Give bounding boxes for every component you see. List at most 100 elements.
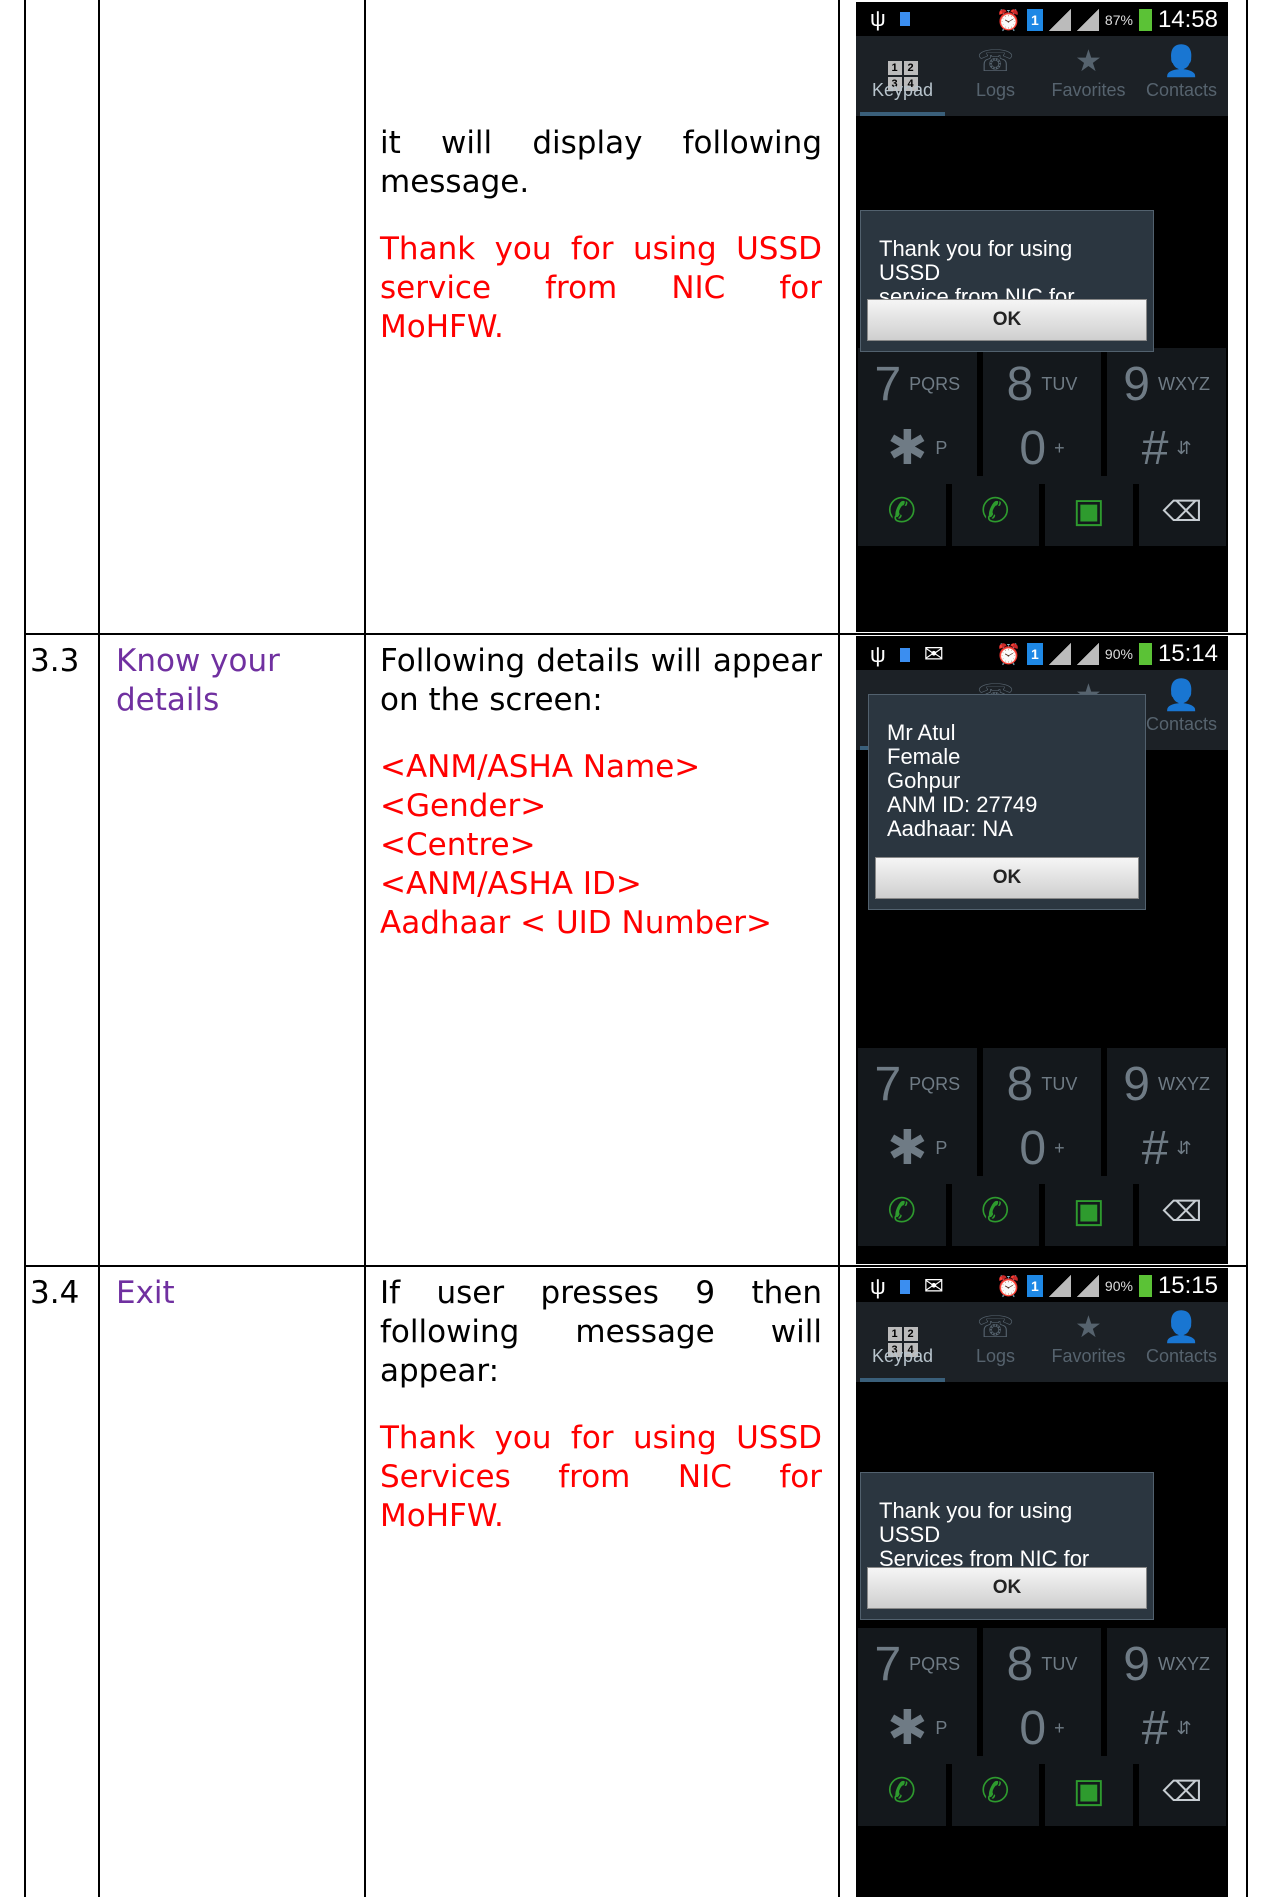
keypad-key[interactable]: # ⇵ — [1107, 1692, 1226, 1764]
call-sim2-button[interactable]: ✆ — [951, 1756, 1039, 1826]
ussd-dialog: Mr Atul Female Gohpur ANM ID: 27749 Aadh… — [868, 694, 1146, 910]
call-action-row: ✆ ✆ ▣ ⌫ — [856, 1756, 1228, 1826]
backspace-icon: ⌫ — [1162, 495, 1203, 527]
keypad-key[interactable]: 8 TUV — [982, 1628, 1102, 1700]
row2-message-line: <Gender> — [380, 788, 547, 824]
keypad-key[interactable]: 7 PQRS — [858, 1628, 977, 1700]
key-digit: 0 — [1019, 1701, 1047, 1755]
delete-button[interactable]: ⌫ — [1138, 1176, 1226, 1246]
delete-button[interactable]: ⌫ — [1138, 476, 1226, 546]
tab-keypad[interactable]: 1234 Keypad — [856, 1302, 949, 1382]
tab-logs[interactable]: ☏ Logs — [949, 36, 1042, 116]
notification-icon — [899, 1279, 910, 1294]
keypad-key[interactable]: 0 + — [982, 1112, 1102, 1184]
video-call-button[interactable]: ▣ — [1045, 1756, 1133, 1826]
table-border-col2 — [364, 0, 366, 1897]
status-bar: ψ ✉ ⏰ 1 87% 14:58 — [856, 2, 1228, 36]
row2-message-line: Aadhaar < UID Number> — [380, 905, 773, 941]
call-sim2-button[interactable]: ✆ — [951, 476, 1039, 546]
ok-button[interactable]: OK — [867, 299, 1147, 341]
tab-contacts[interactable]: 👤 Contacts — [1135, 36, 1228, 116]
keypad-key[interactable]: 0 + — [982, 1692, 1102, 1764]
mail-icon: ✉ — [923, 1273, 944, 1300]
table-border-col3 — [838, 0, 840, 1897]
delete-button[interactable]: ⌫ — [1138, 1756, 1226, 1826]
notification-icon — [899, 647, 910, 662]
key-digit: 8 — [1006, 357, 1034, 411]
alarm-icon: ⏰ — [996, 643, 1021, 666]
tab-contacts[interactable]: 👤 Contacts — [1135, 1302, 1228, 1382]
row3-description-text: If user presses 9 then following message… — [380, 1275, 822, 1389]
keypad-key[interactable]: 7 PQRS — [858, 1048, 977, 1120]
tab-label: Contacts — [1145, 1346, 1218, 1366]
ok-button[interactable]: OK — [867, 1567, 1147, 1609]
row2-description: Following details will appear on the scr… — [380, 642, 822, 943]
keypad-key[interactable]: 9 WXYZ — [1107, 1048, 1226, 1120]
keypad-key[interactable]: 7 PQRS — [858, 348, 977, 420]
keypad-key[interactable]: ✱ P — [858, 412, 977, 484]
ussd-dialog: Thank you for using USSD service from NI… — [860, 210, 1154, 352]
keypad-row-star0hash: ✱ P 0 + # ⇵ — [856, 1692, 1228, 1764]
keypad-row-star0hash: ✱ P 0 + # ⇵ — [856, 1112, 1228, 1184]
keypad-key[interactable]: 0 + — [982, 412, 1102, 484]
dialog-message: Mr Atul Female Gohpur ANM ID: 27749 Aadh… — [887, 720, 1038, 841]
keypad-key[interactable]: ✱ P — [858, 1112, 977, 1184]
signal-icon — [1076, 1275, 1099, 1297]
status-clock: 15:14 — [1157, 640, 1218, 667]
row-divider-1 — [24, 633, 1248, 635]
usb-icon: ψ — [870, 6, 886, 31]
ok-button[interactable]: OK — [875, 857, 1139, 899]
mail-icon: ✉ — [923, 641, 944, 668]
battery-percent: 90% — [1104, 646, 1133, 662]
keypad-key[interactable]: ✱ P — [858, 1692, 977, 1764]
status-clock: 15:15 — [1157, 1272, 1218, 1299]
tab-keypad[interactable]: 1234 Keypad — [856, 36, 949, 116]
row1-description: it will display following message. Thank… — [380, 124, 822, 375]
battery-icon — [1138, 1275, 1152, 1297]
battery-percent: 87% — [1104, 12, 1133, 28]
key-digit: 7 — [874, 1057, 902, 1111]
call-sim1-button[interactable]: ✆ — [858, 1176, 946, 1246]
video-call-icon: ▣ — [1072, 1192, 1105, 1230]
keypad-key[interactable]: # ⇵ — [1107, 412, 1226, 484]
tab-favorites[interactable]: ★ Favorites — [1042, 1302, 1135, 1382]
usb-icon: ψ — [870, 1273, 886, 1299]
status-bar: ψ ✉ ⏰ 1 90% 15:14 — [856, 636, 1228, 670]
keypad-key[interactable]: 9 WXYZ — [1107, 1628, 1226, 1700]
tab-logs[interactable]: ☏ Logs — [949, 1302, 1042, 1382]
row2-message-line: <Centre> — [380, 827, 536, 863]
table-border-right — [1246, 0, 1248, 1897]
call-sim1-button[interactable]: ✆ — [858, 476, 946, 546]
key-letters: TUV — [1041, 1653, 1078, 1674]
key-letters: WXYZ — [1158, 1653, 1210, 1674]
usb-icon: ψ — [870, 641, 886, 667]
key-digit: 8 — [1006, 1637, 1034, 1691]
key-letters: + — [1054, 437, 1065, 458]
notification-icon — [899, 12, 910, 26]
keypad-key[interactable]: 8 TUV — [982, 1048, 1102, 1120]
tab-label: Logs — [975, 80, 1016, 100]
status-bar: ψ ✉ ⏰ 1 90% 15:15 — [856, 1268, 1228, 1302]
keypad-key[interactable]: 9 WXYZ — [1107, 348, 1226, 420]
key-letters: TUV — [1041, 1073, 1078, 1094]
tab-label: Keypad — [871, 80, 934, 100]
phone-screenshot-1: ψ ✉ ⏰ 1 87% 14:58 1234 Keypad ☏ Logs — [856, 2, 1228, 632]
keypad-key[interactable]: # ⇵ — [1107, 1112, 1226, 1184]
key-digit: 9 — [1123, 357, 1150, 411]
tab-favorites[interactable]: ★ Favorites — [1042, 36, 1135, 116]
phone-screenshot-3: ψ ✉ ⏰ 1 90% 15:15 1234 Keypad ☏ Logs ★ F… — [856, 1268, 1228, 1897]
call-action-row: ✆ ✆ ▣ ⌫ — [856, 476, 1228, 546]
tab-label: Favorites — [1051, 1346, 1126, 1366]
row3-description: If user presses 9 then following message… — [380, 1274, 822, 1564]
video-call-button[interactable]: ▣ — [1045, 476, 1133, 546]
row3-number: 3.4 — [30, 1275, 80, 1311]
key-letters: ⇵ — [1176, 1137, 1192, 1158]
call-sim1-button[interactable]: ✆ — [858, 1756, 946, 1826]
tab-contacts[interactable]: 👤 Contacts — [1135, 670, 1228, 750]
video-call-button[interactable]: ▣ — [1045, 1176, 1133, 1246]
row-divider-2 — [24, 1265, 1248, 1267]
keypad-icon: 1234 — [856, 1310, 949, 1357]
call-sim2-button[interactable]: ✆ — [951, 1176, 1039, 1246]
logs-icon: ☏ — [976, 1311, 1015, 1344]
keypad-key[interactable]: 8 TUV — [982, 348, 1102, 420]
